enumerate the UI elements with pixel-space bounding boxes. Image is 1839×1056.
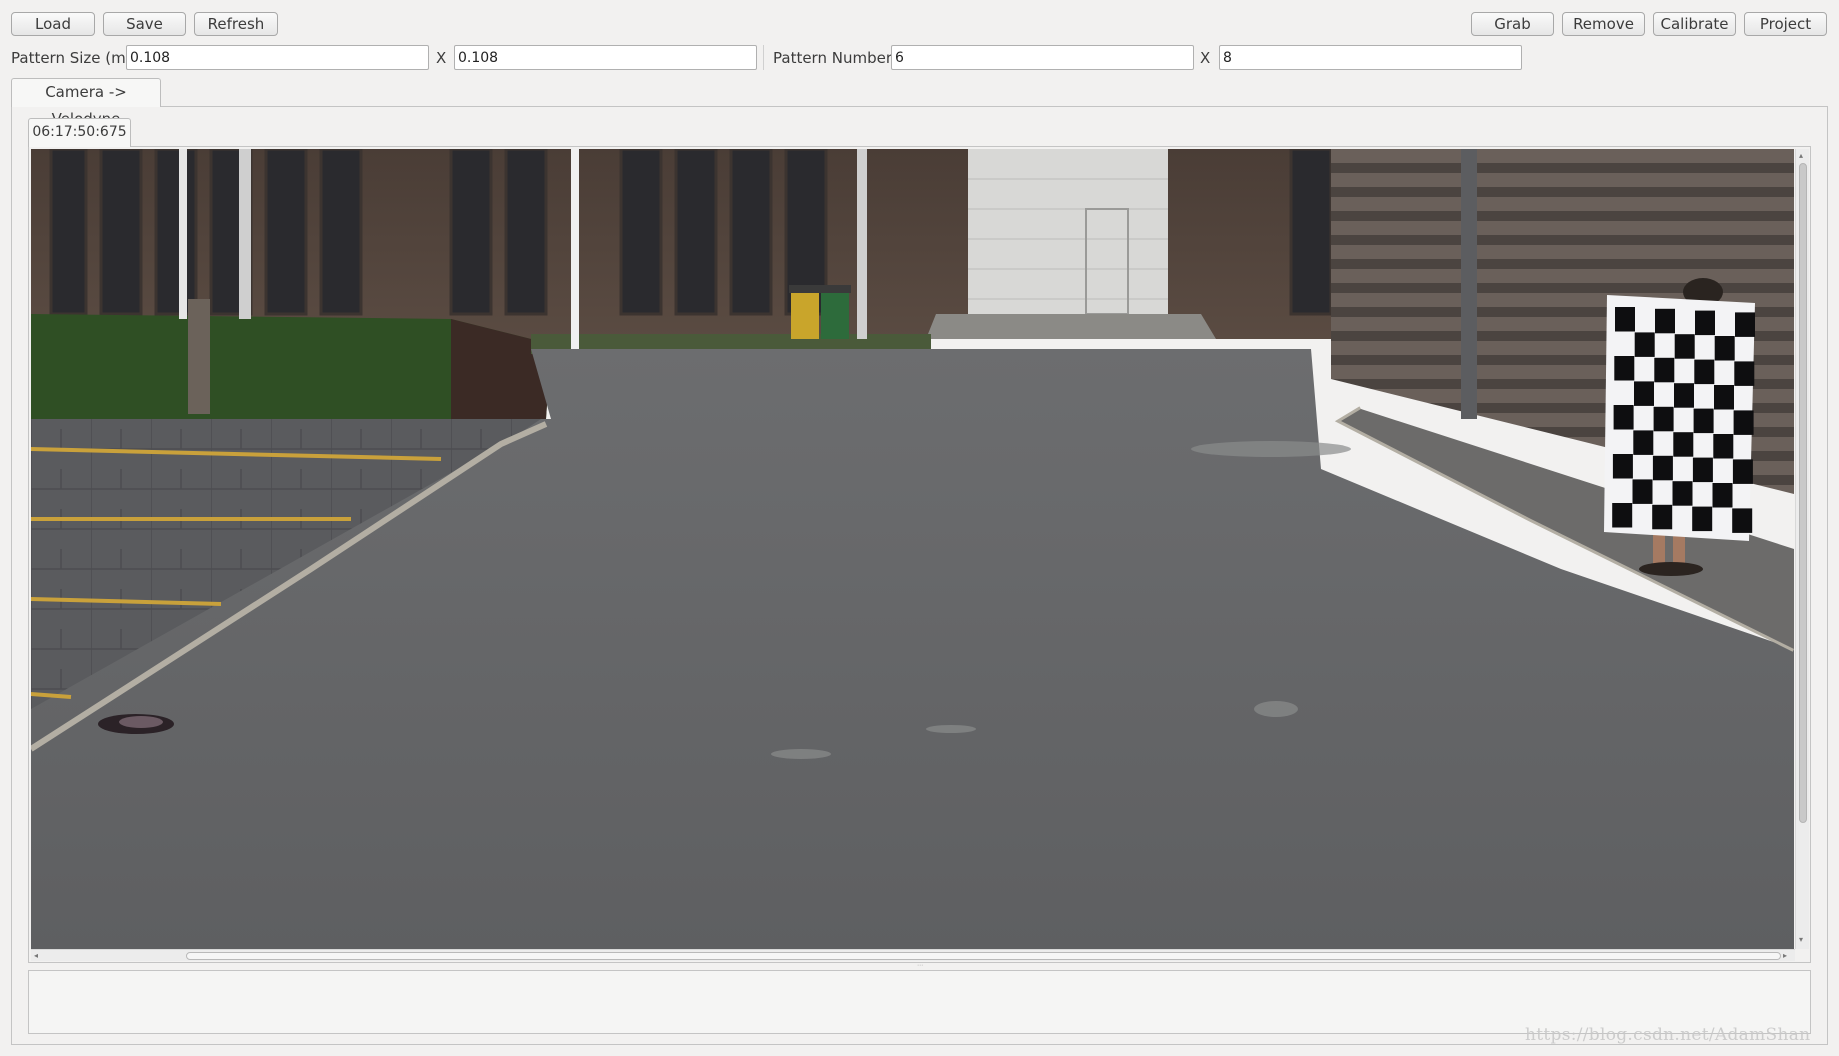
calibration-window: Load Save Refresh Grab Remove Calibrate … (0, 0, 1839, 1056)
project-button[interactable]: Project (1744, 12, 1827, 36)
camera-image (31, 149, 1794, 949)
arrow-left-icon[interactable]: ◂ (34, 951, 38, 961)
refresh-button[interactable]: Refresh (194, 12, 278, 36)
load-button[interactable]: Load (11, 12, 95, 36)
tab-camera-velodyne[interactable]: Camera -> Velodyne (11, 78, 161, 128)
tab-frame-timestamp[interactable]: 06:17:50:675 (28, 118, 131, 147)
pattern-size-width-input[interactable] (126, 45, 429, 70)
splitter-handle[interactable]: ⋯ (915, 963, 925, 969)
arrow-right-icon[interactable]: ▸ (1783, 951, 1787, 961)
watermark-text: https://blog.csdn.net/AdamShan (1525, 1025, 1811, 1045)
image-vertical-scrollbar[interactable]: ▴ ▾ (1795, 149, 1809, 949)
pattern-number-rows-input[interactable] (1219, 45, 1522, 70)
pattern-size-height-input[interactable] (454, 45, 757, 70)
toolbar-separator (763, 45, 764, 70)
vertical-scroll-thumb[interactable] (1799, 163, 1807, 823)
camera-image-view[interactable] (31, 149, 1794, 949)
pattern-number-x-label: X (1200, 49, 1211, 67)
arrow-up-icon[interactable]: ▴ (1799, 151, 1803, 161)
horizontal-scroll-thumb[interactable] (186, 952, 1781, 960)
pattern-size-x-label: X (436, 49, 447, 67)
pattern-number-label: Pattern Number (773, 49, 892, 67)
save-button[interactable]: Save (103, 12, 186, 36)
calibrate-button[interactable]: Calibrate (1653, 12, 1736, 36)
arrow-down-icon[interactable]: ▾ (1799, 935, 1803, 945)
image-horizontal-scrollbar[interactable]: ◂ ▸ (31, 949, 1795, 961)
checkerboard-target (1604, 295, 1755, 541)
pattern-size-label: Pattern Size (m) (11, 49, 132, 67)
grab-button[interactable]: Grab (1471, 12, 1554, 36)
pattern-number-cols-input[interactable] (891, 45, 1194, 70)
remove-button[interactable]: Remove (1562, 12, 1645, 36)
